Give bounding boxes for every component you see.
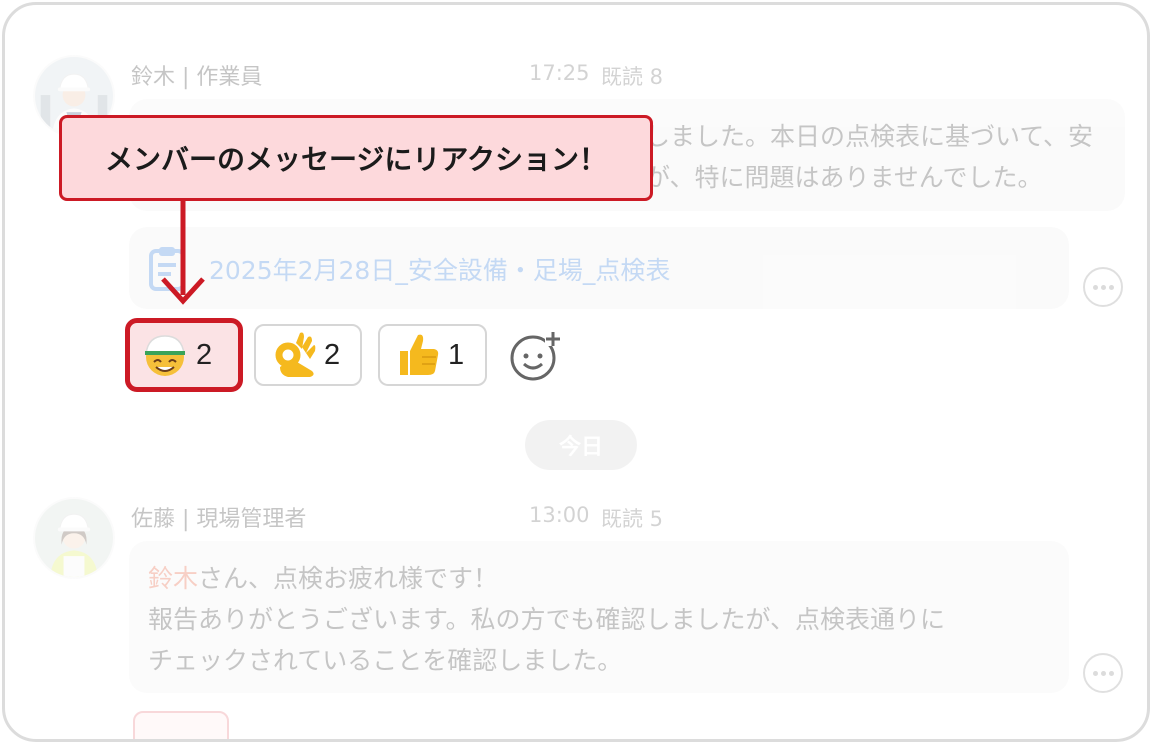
sender-name: 鈴木 | 作業員: [131, 65, 263, 90]
attachment-card[interactable]: 2025年2月28日_安全設備・足場_点検表: [129, 227, 1069, 309]
dot-icon: [1108, 670, 1114, 676]
reaction-count: 2: [196, 338, 213, 371]
dot-icon: [1100, 670, 1106, 676]
date-divider: 今日: [525, 420, 637, 470]
message-line: しました。本日の点検表に基づいて、安: [645, 122, 1094, 151]
mention[interactable]: 鈴木: [148, 564, 198, 593]
message-line: が、特に問題はありませんでした。: [645, 163, 1043, 192]
dot-icon: [1092, 284, 1098, 290]
read-count: 既読 8: [601, 65, 664, 89]
more-options-button[interactable]: [1083, 653, 1123, 693]
reaction-ok-hand[interactable]: 2: [254, 324, 362, 386]
callout-box: メンバーのメッセージにリアクション！: [59, 115, 653, 201]
chat-window: 鈴木 | 作業員 17:25 既読 8 しました。本日の点検表に基づいて、安 が…: [2, 2, 1150, 742]
sender-name: 佐藤 | 現場管理者: [131, 507, 307, 532]
manager-avatar-icon: [35, 499, 113, 577]
svg-text:+: +: [157, 350, 162, 357]
callout-arrow-icon: [161, 199, 205, 305]
message-text: さん、点検お疲れ様です！: [198, 564, 499, 593]
message-line: 報告ありがとうございます。私の方でも確認しましたが、点検表通りに: [148, 605, 946, 634]
add-reaction-icon[interactable]: [509, 330, 561, 382]
reaction-thumbs-up[interactable]: 1: [378, 324, 487, 386]
reaction-count: 2: [324, 338, 341, 371]
read-count: 既読 5: [601, 507, 664, 531]
message-time: 17:25: [529, 61, 590, 85]
helmet-smile-emoji-icon: +: [145, 335, 185, 376]
dot-icon: [1100, 284, 1106, 290]
reaction-count: 1: [448, 338, 465, 371]
message-line: 鈴木さん、点検お疲れ様です！: [148, 558, 498, 599]
more-options-button[interactable]: [1083, 267, 1123, 307]
attachment-filename[interactable]: 2025年2月28日_安全設備・足場_点検表: [209, 251, 670, 287]
dot-icon: [1108, 284, 1114, 290]
avatar[interactable]: [33, 497, 115, 579]
callout-text: メンバーのメッセージにリアクション！: [104, 143, 608, 176]
reaction-helmet-smile[interactable]: + 2: [125, 318, 243, 392]
message-line: チェックされていることを確認しました。: [148, 646, 623, 675]
dot-icon: [1092, 670, 1098, 676]
reaction-partial[interactable]: [133, 711, 229, 739]
thumbs-up-emoji-icon: [400, 334, 439, 375]
message-time: 13:00: [529, 503, 590, 527]
ok-hand-emoji-icon: [275, 332, 316, 377]
